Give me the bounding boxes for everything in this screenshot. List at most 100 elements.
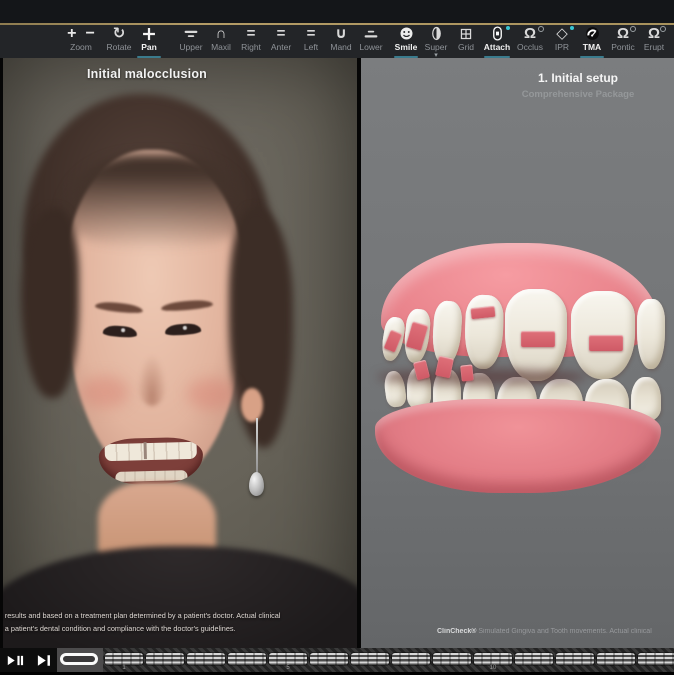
photo-panel-title: Initial malocclusion (87, 67, 207, 81)
tool-lower-label: Lower (359, 43, 382, 52)
timeline-track[interactable]: 1510 (57, 648, 674, 672)
attachment (460, 364, 474, 381)
mandibular-arch-icon: ∪ (335, 25, 347, 42)
tool-erupt[interactable]: Ω Erupt (639, 25, 669, 58)
playback-controls (0, 648, 57, 672)
tool-smile-label: Smile (395, 43, 418, 52)
stage-title: 1. Initial setup (538, 71, 618, 85)
upper-tooth (431, 300, 463, 366)
tool-zoom-group: + − Zoom (58, 25, 104, 58)
clincheck-3d-viewport[interactable]: 1. Initial setup Comprehensive Package (361, 58, 674, 648)
attach-badge-dot (506, 26, 510, 30)
occlus-badge-ring (538, 26, 544, 32)
ipr-badge-dot (570, 26, 574, 30)
timeline-stage-segment-5[interactable] (269, 653, 307, 665)
package-label: Comprehensive Package (522, 89, 634, 100)
tool-pontic-label: Pontic (611, 43, 635, 52)
left-view-icon: = (307, 25, 316, 42)
pontic-icon: Ω (617, 25, 629, 42)
timeline-stage-segment-6[interactable] (310, 653, 348, 665)
tool-attach[interactable]: Attach (481, 25, 513, 58)
timeline-stage-segment-4[interactable] (228, 653, 266, 665)
tool-smile[interactable]: Smile (391, 25, 421, 58)
timeline-stage-segment-10[interactable] (474, 653, 512, 665)
tool-pan-label: Pan (141, 43, 157, 52)
timeline-stage-segment-14[interactable] (638, 653, 674, 665)
play-pause-button[interactable] (7, 653, 24, 667)
zoom-in-icon[interactable]: + (67, 26, 76, 42)
portrait-fringe-shape (61, 154, 251, 250)
attachment (589, 335, 623, 351)
tool-right[interactable]: = Right (236, 25, 266, 58)
earring-chain (256, 418, 258, 476)
main-toolbar: + − Zoom ↻ Rotate Pan Upper ∩ Maxil = Ri… (0, 25, 674, 58)
ipr-diamond-icon: ◇ (556, 25, 568, 42)
erupt-badge-ring (660, 26, 666, 32)
tool-pontic[interactable]: Ω Pontic (607, 25, 639, 58)
tool-ipr-label: IPR (555, 43, 569, 52)
smile-icon (399, 25, 414, 42)
portrait-right-ear (241, 388, 263, 422)
tool-rotate[interactable]: ↻ Rotate (104, 25, 134, 58)
tool-pan[interactable]: Pan (134, 25, 164, 58)
tool-clipped[interactable]: Ω O (669, 25, 674, 58)
timeline-tick-label: 1 (122, 665, 125, 671)
tool-upper-label: Upper (179, 43, 202, 52)
portrait-hair-left-shape (21, 208, 79, 398)
tool-right-label: Right (241, 43, 261, 52)
step-forward-button[interactable] (37, 653, 54, 667)
tool-anter[interactable]: = Anter (266, 25, 296, 58)
timeline-stage-segment-7[interactable] (351, 653, 389, 665)
tool-super-label: Super (425, 43, 448, 52)
photo-disclaimer-text: e of potential results and based on a tr… (3, 610, 357, 635)
earring-drop (249, 472, 264, 496)
attachment (521, 331, 555, 347)
timeline-stage-segment-13[interactable] (597, 653, 635, 665)
dental-arch-model[interactable] (375, 243, 667, 461)
lower-jaw-icon (363, 25, 379, 42)
timeline-stage-segment-2[interactable] (146, 653, 184, 665)
tool-mand[interactable]: ∪ Mand (326, 25, 356, 58)
tool-super[interactable]: Super ▾ (421, 25, 451, 58)
tool-grid[interactable]: Grid (451, 25, 481, 58)
timeline-stage-segment-1[interactable] (105, 653, 143, 665)
tool-left-label: Left (304, 43, 318, 52)
tool-maxil[interactable]: ∩ Maxil (206, 25, 236, 58)
content-area: Initial malocclusion e of potential resu… (0, 58, 674, 648)
portrait-right-cheek (187, 378, 235, 410)
upper-jaw-icon (183, 25, 199, 42)
tool-tma-label: TMA (583, 43, 601, 52)
portrait-upper-teeth (105, 442, 197, 461)
timeline-tick-label: 5 (286, 665, 289, 671)
tool-occlus-label: Occlus (517, 43, 543, 52)
current-stage-indicator[interactable] (60, 653, 98, 665)
tool-occlus[interactable]: Ω Occlus (513, 25, 547, 58)
tool-left[interactable]: = Left (296, 25, 326, 58)
pan-icon (142, 25, 156, 42)
patient-photo-viewport: Initial malocclusion e of potential resu… (3, 58, 357, 648)
tma-gauge-icon (585, 25, 600, 42)
timeline-stage-segment-8[interactable] (392, 653, 430, 665)
right-view-icon: = (247, 25, 256, 42)
portrait-left-cheek (81, 376, 129, 408)
tool-tma[interactable]: TMA (577, 25, 607, 58)
timeline-stage-segment-9[interactable] (433, 653, 471, 665)
zoom-out-icon[interactable]: − (86, 26, 95, 42)
tool-attach-label: Attach (484, 43, 510, 52)
timeline-tick-label: 10 (490, 665, 497, 671)
tool-mand-label: Mand (330, 43, 351, 52)
timeline-stage-segment-11[interactable] (515, 653, 553, 665)
portrait-diastema-gap (144, 442, 147, 459)
timeline-stage-segment-3[interactable] (187, 653, 225, 665)
tool-grid-label: Grid (458, 43, 474, 52)
tool-upper[interactable]: Upper (176, 25, 206, 58)
model-disclaimer-text: ClinCheck® Simulated Gingiva and Tooth m… (437, 628, 674, 635)
timeline-stage-segment-12[interactable] (556, 653, 594, 665)
tool-lower[interactable]: Lower (356, 25, 386, 58)
portrait-lower-teeth (115, 470, 187, 482)
tool-ipr[interactable]: ◇ IPR (547, 25, 577, 58)
upper-tooth (464, 294, 505, 369)
superimposition-icon (430, 25, 443, 42)
occlusion-icon: Ω (524, 25, 536, 42)
tool-zoom-label: Zoom (70, 43, 92, 52)
